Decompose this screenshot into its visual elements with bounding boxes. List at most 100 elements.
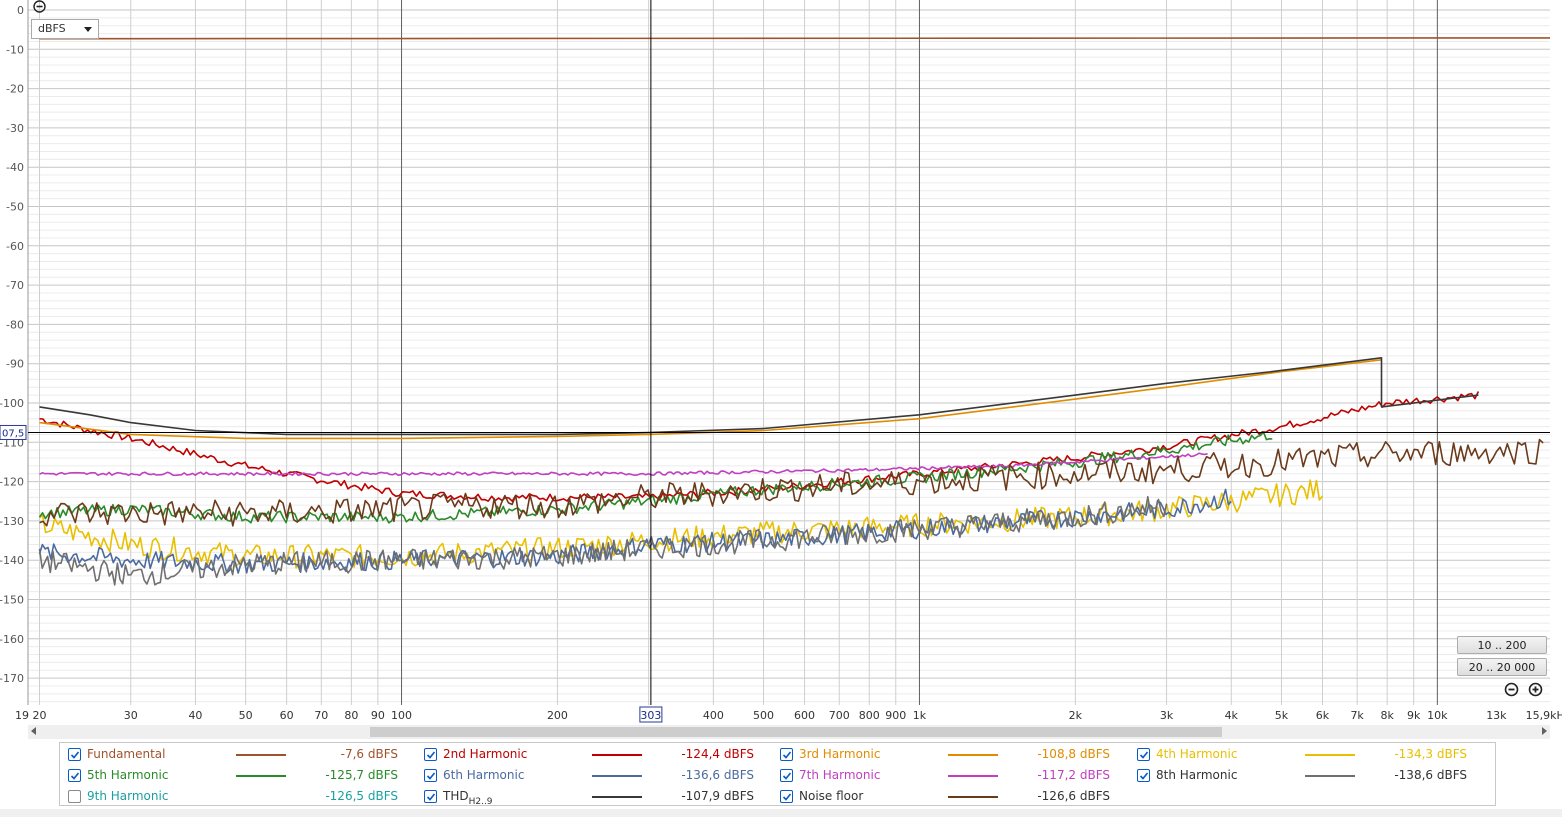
legend-name-9th-harmonic: 9th Harmonic [87,789,169,803]
x-tick-label: 200 [547,709,568,722]
legend-item-8th-harmonic[interactable]: 8th Harmonic -138,6 dBFS [1137,767,1467,785]
cursor-freq-label: 303 [640,709,661,722]
y-tick-label: -70 [6,279,24,292]
legend-item-2nd-harmonic[interactable]: 2nd Harmonic -124,4 dBFS [424,746,754,764]
legend-name-fundamental: Fundamental [87,747,166,761]
legend-value-5th-harmonic: -125,7 dBFS [325,768,398,782]
x-tick-label: 30 [124,709,138,722]
x-tick-label: 900 [885,709,906,722]
x-tick-label: 9k [1407,709,1421,722]
x-tick-label: 15,9kHz [1526,709,1562,722]
legend-checkbox-2nd-harmonic[interactable] [424,748,437,761]
legend-name-3rd-harmonic: 3rd Harmonic [799,747,881,761]
range-20-20000-button[interactable]: 20 .. 20 000 [1457,658,1547,676]
cursor-level-label: 07,5 [2,428,24,439]
x-tick-label: 5k [1275,709,1289,722]
x-tick-label: 50 [239,709,253,722]
legend-item-4th-harmonic[interactable]: 4th Harmonic -134,3 dBFS [1137,746,1467,764]
legend-checkbox-thd[interactable] [424,790,437,803]
legend-name-noise-floor: Noise floor [799,789,864,803]
series-line-fundamental [39,37,1551,40]
x-tick-label: 1k [913,709,927,722]
legend-value-9th-harmonic: -126,5 dBFS [325,789,398,803]
y-tick-label: -160 [0,633,24,646]
legend-checkbox-7th-harmonic[interactable] [780,769,793,782]
legend-name-5th-harmonic: 5th Harmonic [87,768,169,782]
zoom-in-icon[interactable] [1528,682,1543,697]
series-legend: Fundamental -7,6 dBFS 2nd Harmonic -124,4 d… [59,742,1496,807]
legend-subscript: H2..9 [468,797,493,807]
x-tick-label: 6k [1316,709,1330,722]
legend-item-6th-harmonic[interactable]: 6th Harmonic -136,6 dBFS [424,767,754,785]
x-tick-label: 2k [1069,709,1083,722]
scroll-left-icon[interactable] [31,727,36,735]
frequency-response-plot[interactable]: 0-10-20-30-40-50-60-70-80-90-100-110-120… [0,0,1562,725]
legend-checkbox-9th-harmonic[interactable] [68,790,81,803]
checkmark-icon [70,751,80,759]
y-tick-label: -80 [6,318,24,331]
status-strip [0,809,1562,817]
x-tick-label: 40 [188,709,202,722]
checkmark-icon [426,772,436,780]
legend-checkbox-fundamental[interactable] [68,748,81,761]
checkmark-icon [782,772,792,780]
legend-item-3rd-harmonic[interactable]: 3rd Harmonic -108,8 dBFS [780,746,1110,764]
legend-item-fundamental[interactable]: Fundamental -7,6 dBFS [68,746,398,764]
checkmark-icon [70,772,80,780]
legend-checkbox-4th-harmonic[interactable] [1137,748,1150,761]
x-tick-label: 400 [703,709,724,722]
chevron-down-icon [84,27,92,32]
zoom-out-icon[interactable] [1504,682,1519,697]
legend-checkbox-6th-harmonic[interactable] [424,769,437,782]
y-tick-label: -30 [6,122,24,135]
legend-item-5th-harmonic[interactable]: 5th Harmonic -125,7 dBFS [68,767,398,785]
legend-name-thd: THDH2..9 [443,789,493,807]
x-tick-label: 20 [33,709,47,722]
legend-checkbox-5th-harmonic[interactable] [68,769,81,782]
x-tick-label: 13k [1486,709,1507,722]
legend-item-9th-harmonic[interactable]: 9th Harmonic -126,5 dBFS [68,788,398,806]
y-tick-label: -60 [6,240,24,253]
x-tick-label: 3k [1160,709,1174,722]
y-axis-ticks: 0-10-20-30-40-50-60-70-80-90-100-110-120… [0,4,24,685]
legend-checkbox-8th-harmonic[interactable] [1137,769,1150,782]
x-tick-label: 600 [794,709,815,722]
horizontal-scrollbar[interactable] [28,725,1550,739]
x-tick-label: 80 [344,709,358,722]
legend-value-4th-harmonic: -134,3 dBFS [1394,747,1467,761]
y-tick-label: -90 [6,358,24,371]
checkmark-icon [1139,751,1149,759]
checkmark-icon [782,793,792,801]
y-tick-label: -20 [6,83,24,96]
x-tick-label: 7k [1350,709,1364,722]
legend-value-8th-harmonic: -138,6 dBFS [1394,768,1467,782]
legend-checkbox-noise-floor[interactable] [780,790,793,803]
legend-name-6th-harmonic: 6th Harmonic [443,768,525,782]
unit-dropdown[interactable]: dBFS [31,19,99,39]
legend-item-7th-harmonic[interactable]: 7th Harmonic -117,2 dBFS [780,767,1110,785]
scrollbar-thumb[interactable] [370,727,1222,737]
x-tick-label: 60 [280,709,294,722]
x-tick-label: 8k [1380,709,1394,722]
y-tick-label: -40 [6,161,24,174]
legend-item-thd[interactable]: THDH2..9 -107,9 dBFS [424,788,754,807]
x-axis-ticks: 19 20 30 40 50 60 70 80 90 100 200 400 500 600 700 800 9… [15,709,1562,722]
legend-checkbox-3rd-harmonic[interactable] [780,748,793,761]
checkmark-icon [426,793,436,801]
y-tick-label: -100 [0,397,24,410]
legend-name-7th-harmonic: 7th Harmonic [799,768,881,782]
y-tick-label: -50 [6,201,24,214]
x-tick-label: 70 [314,709,328,722]
legend-name-8th-harmonic: 8th Harmonic [1156,768,1238,782]
legend-item-noise-floor[interactable]: Noise floor -126,6 dBFS [780,788,1110,806]
checkmark-icon [426,751,436,759]
legend-value-thd: -107,9 dBFS [681,789,754,803]
x-tick-label: 4k [1225,709,1239,722]
x-tick-label: 10k [1427,709,1448,722]
range-10-200-button[interactable]: 10 .. 200 [1457,636,1547,654]
scroll-right-icon[interactable] [1542,727,1547,735]
y-tick-label: -140 [0,554,24,567]
zoom-out-icon[interactable] [33,0,46,13]
y-tick-label: -170 [0,672,24,685]
checkmark-icon [782,751,792,759]
